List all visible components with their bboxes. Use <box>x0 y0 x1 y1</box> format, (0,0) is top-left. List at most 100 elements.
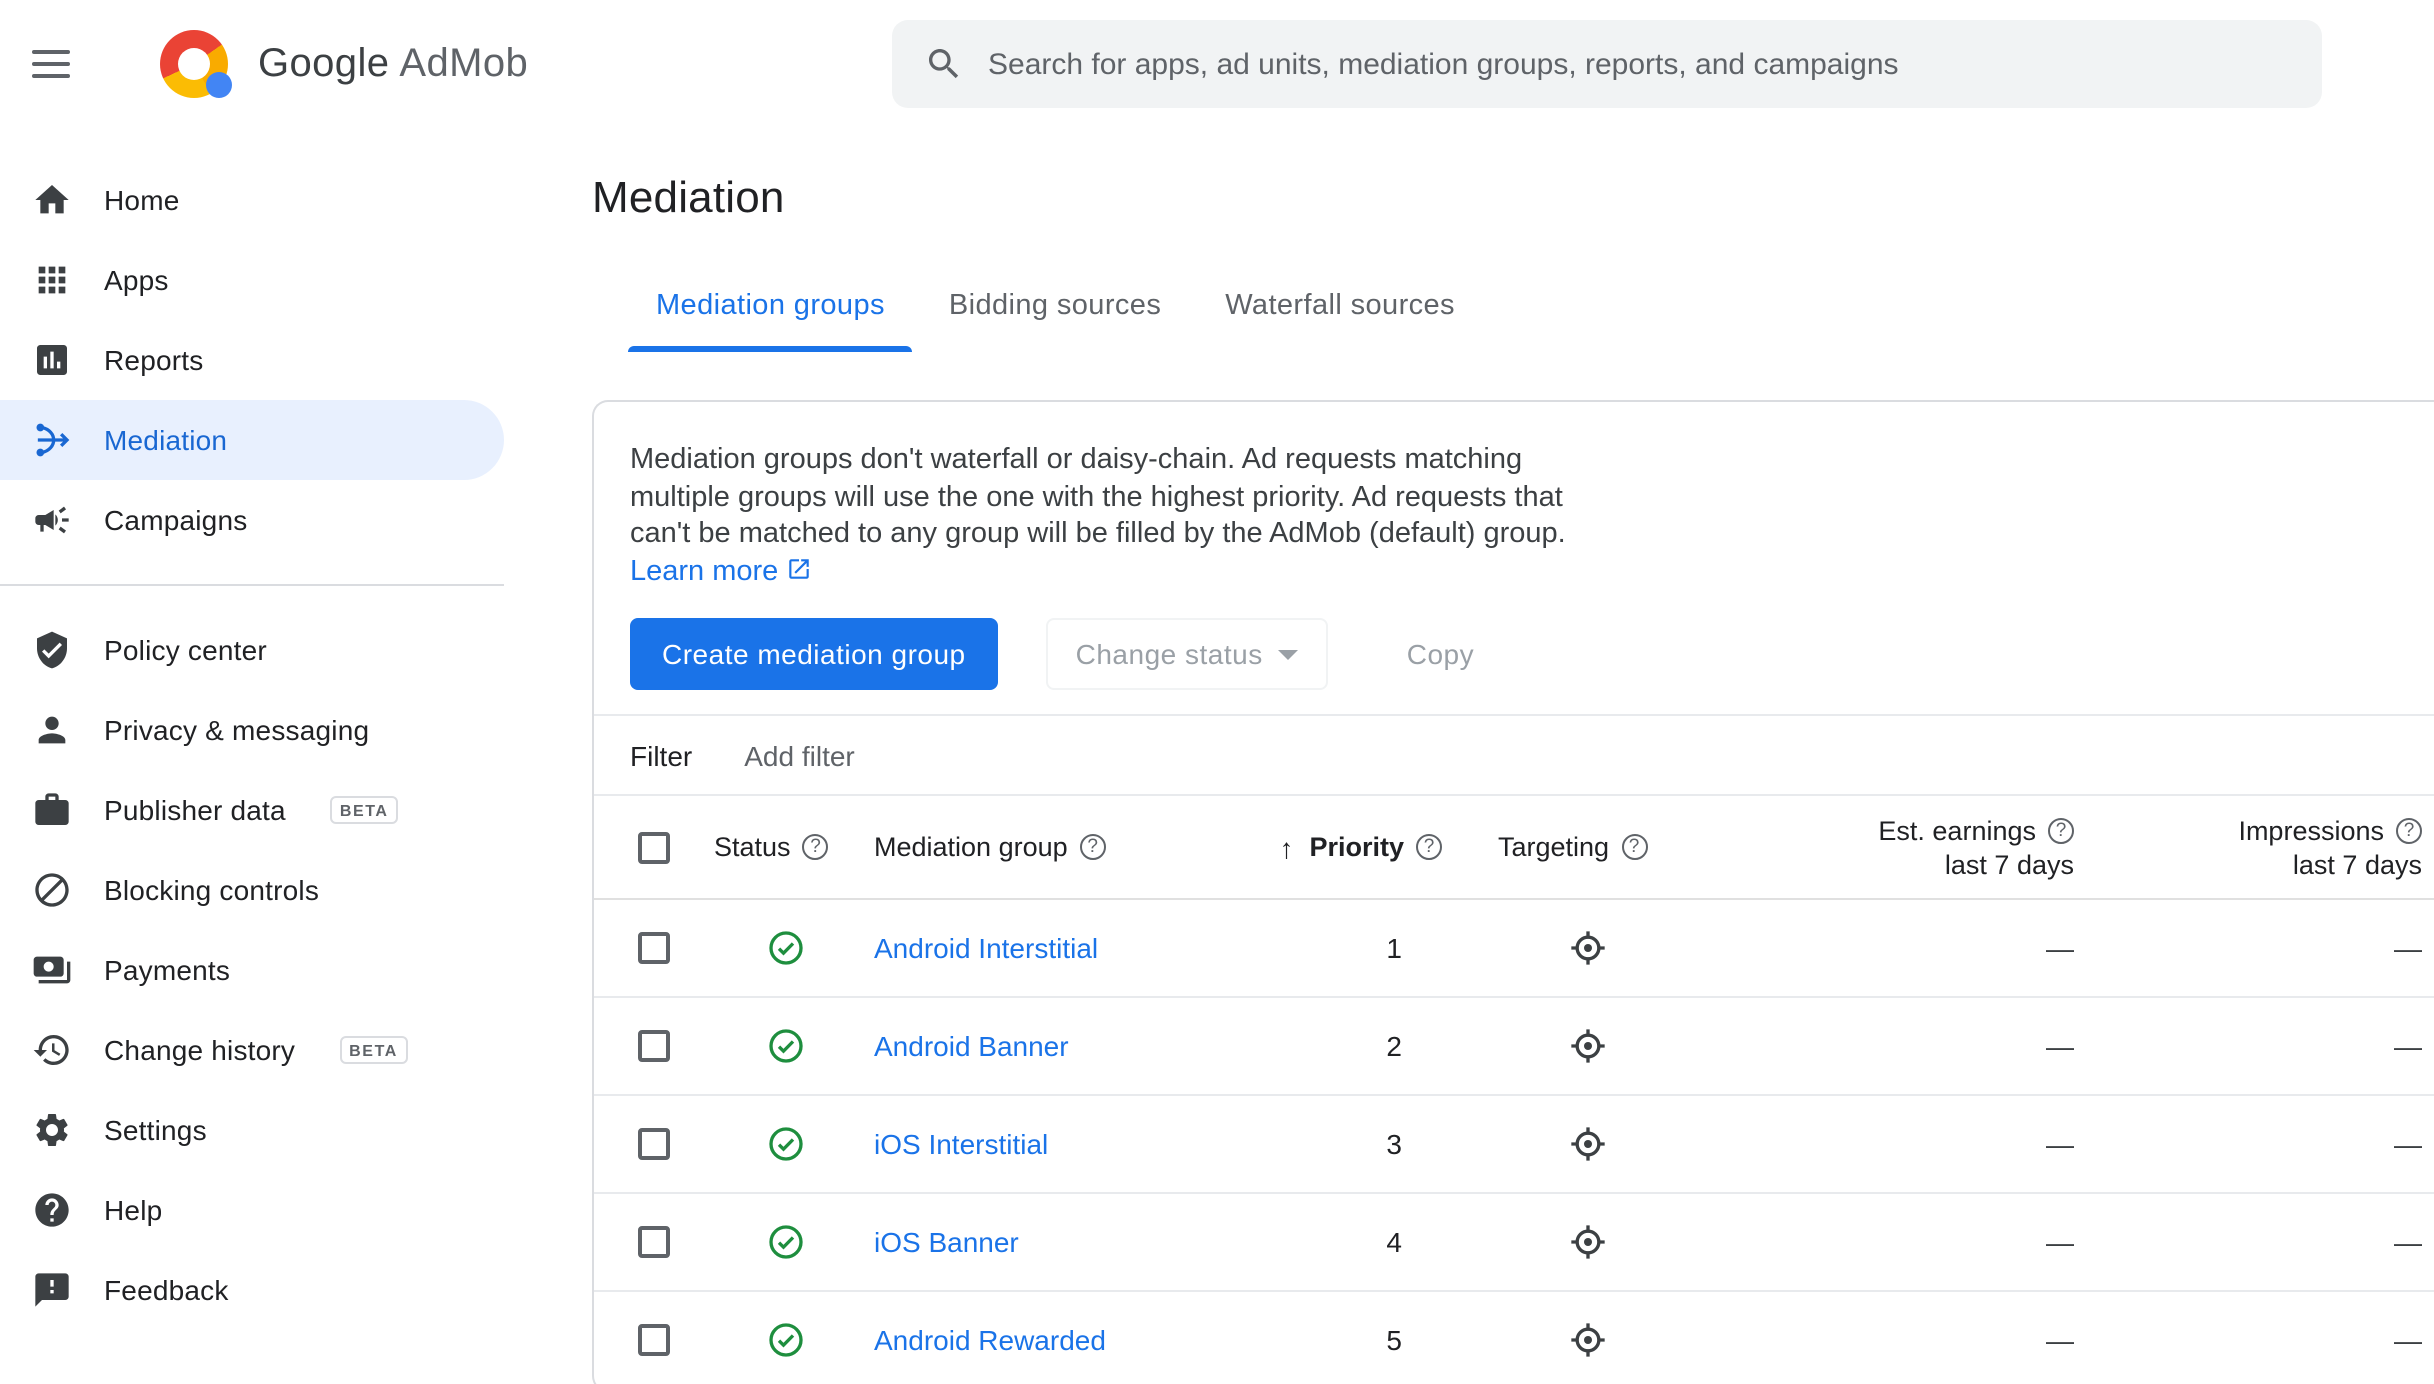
chevron-down-icon <box>1278 649 1299 659</box>
status-enabled-icon <box>714 928 858 968</box>
column-group-label: Mediation group <box>874 832 1068 862</box>
row-checkbox[interactable] <box>638 1226 670 1258</box>
help-icon[interactable] <box>1621 834 1648 860</box>
column-targeting: Targeting <box>1458 832 1718 862</box>
menu-icon[interactable] <box>32 24 112 104</box>
mediation-group-link[interactable]: iOS Interstitial <box>858 1128 1048 1160</box>
change-status-button[interactable]: Change status <box>1045 618 1329 690</box>
sidebar-item-apps[interactable]: Apps <box>0 240 504 320</box>
sidebar-item-label: Apps <box>104 264 169 296</box>
priority-value: 1 <box>1386 932 1402 964</box>
help-icon[interactable] <box>2396 817 2422 843</box>
sidebar-item-home[interactable]: Home <box>0 160 504 240</box>
actions-row: Create mediation group Change status Cop… <box>594 618 2434 690</box>
gear-icon <box>32 1110 72 1150</box>
column-status: Status <box>714 832 858 862</box>
help-icon[interactable] <box>1079 834 1106 860</box>
table-header: Status Mediation group ↑ Priority Target… <box>594 796 2434 900</box>
sidebar-item-label: Change history <box>104 1034 296 1066</box>
sidebar-item-reports[interactable]: Reports <box>0 320 504 400</box>
block-icon <box>32 870 72 910</box>
est-earnings-value: — <box>2046 1324 2074 1356</box>
sidebar-item-privacy-messaging[interactable]: Privacy & messaging <box>0 690 504 770</box>
top-bar: Google AdMob <box>0 0 2434 128</box>
help-circle-icon <box>32 1190 72 1230</box>
sidebar-item-blocking-controls[interactable]: Blocking controls <box>0 850 504 930</box>
main-content: Mediation Mediation groups Bidding sourc… <box>560 128 2434 1384</box>
sidebar-item-label: Publisher data <box>104 794 286 826</box>
row-checkbox[interactable] <box>638 1128 670 1160</box>
sidebar-item-help[interactable]: Help <box>0 1170 504 1250</box>
apps-icon <box>32 260 72 300</box>
column-est-earnings-label: Est. earnings <box>1878 815 2036 845</box>
mediation-group-link[interactable]: Android Interstitial <box>858 932 1098 964</box>
table-row: Android Banner 2 — — <box>594 998 2434 1096</box>
admob-logo-icon <box>160 30 232 98</box>
sidebar-item-mediation[interactable]: Mediation <box>0 400 504 480</box>
learn-more-link[interactable]: Learn more <box>630 555 812 587</box>
status-enabled-icon <box>714 1026 858 1066</box>
search-input[interactable] <box>988 47 2290 81</box>
table-row: Android Interstitial 1 — — <box>594 900 2434 998</box>
brand-google: Google <box>258 41 390 85</box>
tab-mediation-groups[interactable]: Mediation groups <box>624 260 917 352</box>
mediation-groups-card: Mediation groups don't waterfall or dais… <box>592 400 2434 1384</box>
sidebar-item-campaigns[interactable]: Campaigns <box>0 480 504 560</box>
mediation-group-link[interactable]: Android Banner <box>858 1030 1069 1062</box>
targeting-icon <box>1458 1222 1718 1262</box>
brand-logo[interactable]: Google AdMob <box>160 30 528 98</box>
search-icon <box>929 49 959 79</box>
est-earnings-value: — <box>2046 932 2074 964</box>
home-icon <box>32 180 72 220</box>
sidebar-item-policy-center[interactable]: Policy center <box>0 610 504 690</box>
sidebar-divider <box>0 584 504 586</box>
shield-check-icon <box>32 630 72 670</box>
status-enabled-icon <box>714 1124 858 1164</box>
help-icon[interactable] <box>1416 834 1442 860</box>
beta-badge: BETA <box>329 796 399 824</box>
beta-badge: BETA <box>339 1036 408 1064</box>
select-all-checkbox[interactable] <box>638 831 670 863</box>
brand-wordmark: Google AdMob <box>258 41 528 87</box>
column-est-earnings: Est. earnings last 7 days <box>1718 813 2138 881</box>
sidebar-item-label: Settings <box>104 1114 207 1146</box>
status-enabled-icon <box>714 1222 858 1262</box>
sidebar-item-label: Payments <box>104 954 231 986</box>
add-filter-button[interactable]: Add filter <box>744 739 855 771</box>
est-earnings-value: — <box>2046 1128 2074 1160</box>
sidebar: Home Apps Reports Mediation Campaigns Po… <box>0 128 560 1384</box>
row-checkbox[interactable] <box>638 1324 670 1356</box>
create-mediation-group-button[interactable]: Create mediation group <box>630 618 998 690</box>
sidebar-item-change-history[interactable]: Change history BETA <box>0 1010 504 1090</box>
admob-app: GoogleAdMob Home Apps Reports <box>0 0 2434 1384</box>
sidebar-item-label: Reports <box>104 344 204 376</box>
sidebar-item-settings[interactable]: Settings <box>0 1090 504 1170</box>
row-checkbox[interactable] <box>638 932 670 964</box>
column-targeting-label: Targeting <box>1498 832 1610 862</box>
row-checkbox[interactable] <box>638 1030 670 1062</box>
tab-waterfall-sources[interactable]: Waterfall sources <box>1193 260 1487 352</box>
targeting-icon <box>1458 1124 1718 1164</box>
copy-button[interactable]: Copy <box>1377 618 1504 690</box>
tab-bidding-sources[interactable]: Bidding sources <box>917 260 1193 352</box>
sidebar-item-publisher-data[interactable]: Publisher data BETA <box>0 770 504 850</box>
help-icon[interactable] <box>802 834 829 860</box>
column-impressions: Impressions last 7 days <box>2138 813 2434 881</box>
sidebar-item-label: Help <box>104 1194 163 1226</box>
targeting-icon <box>1458 1320 1718 1360</box>
impressions-value: — <box>2394 1030 2422 1062</box>
column-status-label: Status <box>714 832 791 862</box>
table-row: iOS Interstitial 3 — — <box>594 1096 2434 1194</box>
description-text: Mediation groups don't waterfall or dais… <box>630 444 1566 550</box>
search-bar[interactable] <box>892 20 2322 108</box>
person-icon <box>32 710 72 750</box>
sidebar-item-feedback[interactable]: Feedback <box>0 1250 504 1330</box>
mediation-group-link[interactable]: Android Rewarded <box>858 1324 1106 1356</box>
sidebar-item-label: Feedback <box>104 1274 229 1306</box>
mediation-group-link[interactable]: iOS Banner <box>858 1226 1019 1258</box>
sort-ascending-icon: ↑ <box>1279 831 1294 863</box>
column-priority[interactable]: ↑ Priority <box>1250 831 1458 863</box>
sidebar-item-payments[interactable]: Payments <box>0 930 504 1010</box>
history-icon <box>32 1030 72 1070</box>
help-icon[interactable] <box>2048 817 2074 843</box>
